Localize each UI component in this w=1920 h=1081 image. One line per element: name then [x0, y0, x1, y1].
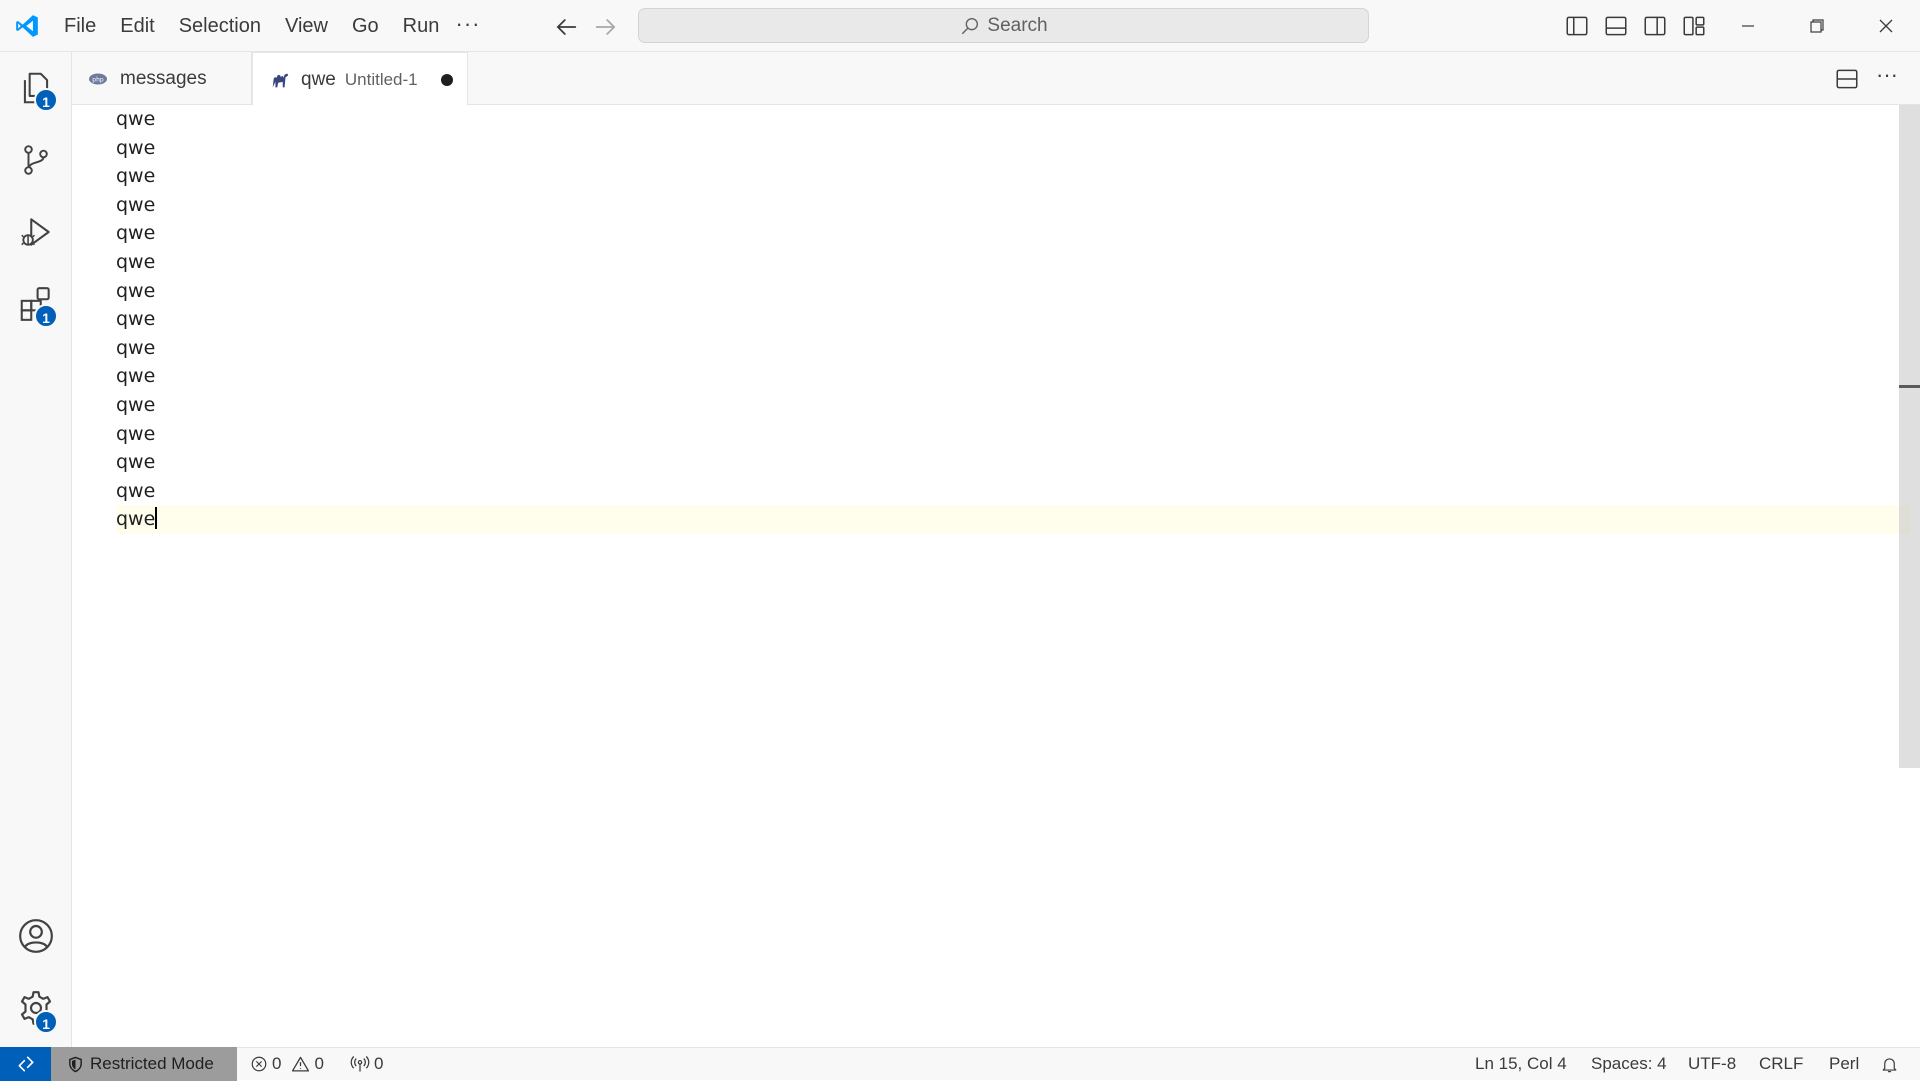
restricted-mode-button[interactable]: Restricted Mode: [51, 1047, 237, 1081]
command-center-label: Search: [987, 14, 1048, 36]
manage-settings-button[interactable]: 1: [0, 972, 72, 1044]
tab-label: qwe: [301, 68, 336, 90]
code-line[interactable]: qwe: [116, 277, 1886, 306]
remote-icon: [18, 1056, 34, 1072]
menu-edit[interactable]: Edit: [108, 9, 166, 43]
menu-bar: File Edit Selection View Go Run: [52, 0, 451, 52]
tab-description: Untitled-1: [344, 69, 418, 89]
scrollbar-cursor-marker: [1899, 385, 1920, 388]
encoding-button[interactable]: UTF-8: [1688, 1048, 1736, 1080]
code-line[interactable]: qwe: [116, 477, 1886, 506]
explorer-badge: 1: [34, 88, 58, 112]
shield-icon: [69, 1056, 82, 1072]
close-window-icon[interactable]: [1852, 0, 1920, 52]
text-cursor: [155, 507, 158, 530]
problems-button[interactable]: 0 0: [250, 1048, 324, 1080]
cursor-position-button[interactable]: Ln 15, Col 4: [1475, 1048, 1567, 1080]
encoding-label: UTF-8: [1688, 1054, 1737, 1073]
file-type-icon: php: [89, 73, 107, 84]
indentation-button[interactable]: Spaces: 4: [1591, 1048, 1667, 1080]
extensions-button[interactable]: 1: [0, 268, 72, 340]
menu-file[interactable]: File: [52, 9, 108, 43]
code-line[interactable]: qwe: [116, 134, 1886, 163]
search-icon: [962, 17, 979, 34]
current-code-line[interactable]: qwe: [116, 505, 1910, 534]
text-editor[interactable]: qwe qwe qwe qwe qwe qwe qwe qwe qwe qwe …: [72, 105, 1920, 1047]
svg-text:php: php: [92, 76, 104, 83]
editor-gutter: [72, 105, 116, 1047]
status-bar: Restricted Mode 0 0 0 Ln 15, Col 4 Space…: [0, 1047, 1920, 1081]
broadcast-icon: [350, 1056, 370, 1072]
notifications-button[interactable]: [1880, 1048, 1899, 1080]
code-line[interactable]: qwe: [116, 162, 1886, 191]
editor-more-actions-button[interactable]: ···: [1872, 62, 1902, 92]
bell-icon: [1882, 1057, 1897, 1072]
language-label: Perl: [1829, 1054, 1860, 1073]
run-debug-icon: [21, 218, 50, 246]
activity-bar: 1 1 1: [0, 52, 72, 1047]
code-line[interactable]: qwe: [116, 391, 1886, 420]
eol-button[interactable]: CRLF: [1759, 1048, 1803, 1080]
warning-icon: [292, 1056, 310, 1071]
editor-lines[interactable]: qwe qwe qwe qwe qwe qwe qwe qwe qwe qwe …: [116, 105, 1910, 534]
language-mode-button[interactable]: Perl: [1829, 1048, 1859, 1080]
go-back-icon[interactable]: [552, 13, 580, 41]
unsaved-dot-icon[interactable]: [441, 74, 453, 86]
eol-label: CRLF: [1759, 1054, 1804, 1073]
explorer-button[interactable]: 1: [0, 52, 72, 124]
extensions-badge: 1: [34, 304, 58, 328]
code-line[interactable]: qwe: [116, 105, 1886, 134]
perl-camel-icon: [272, 73, 289, 87]
tab-qwe-untitled[interactable]: qwe Untitled-1: [252, 52, 468, 106]
indentation-label: Spaces: 4: [1591, 1054, 1667, 1073]
split-editor-icon[interactable]: [1834, 66, 1860, 92]
menu-more-button[interactable]: ···: [451, 9, 485, 43]
tab-messages[interactable]: php messages: [72, 52, 252, 105]
source-control-button[interactable]: [0, 124, 72, 196]
tab-label: messages: [120, 67, 207, 89]
code-line[interactable]: qwe: [116, 420, 1886, 449]
settings-badge: 1: [34, 1010, 58, 1034]
current-line-text: qwe: [116, 508, 156, 531]
code-line[interactable]: qwe: [116, 334, 1886, 363]
code-line[interactable]: qwe: [116, 219, 1886, 248]
warning-count: 0: [314, 1054, 324, 1073]
toggle-panel-icon[interactable]: [1603, 13, 1629, 39]
editor-tab-bar: php messages qwe Untitled-1: [72, 52, 1920, 106]
ports-button[interactable]: 0: [350, 1048, 383, 1080]
code-line[interactable]: qwe: [116, 305, 1886, 334]
menu-view[interactable]: View: [273, 9, 340, 43]
menu-selection[interactable]: Selection: [167, 9, 273, 43]
command-center-search[interactable]: Search: [638, 8, 1369, 43]
code-line[interactable]: qwe: [116, 248, 1886, 277]
accounts-button[interactable]: [0, 900, 72, 972]
cursor-position-label: Ln 15, Col 4: [1475, 1054, 1567, 1073]
restore-icon[interactable]: [1783, 0, 1851, 52]
vscode-logo-icon: [14, 13, 40, 39]
error-count: 0: [272, 1054, 282, 1073]
menu-go[interactable]: Go: [340, 9, 391, 43]
menu-run[interactable]: Run: [391, 9, 452, 43]
customize-layout-icon[interactable]: [1681, 13, 1707, 39]
ports-count: 0: [374, 1054, 384, 1073]
account-icon: [19, 919, 53, 953]
toggle-primary-sidebar-icon[interactable]: [1564, 13, 1590, 39]
code-line[interactable]: qwe: [116, 362, 1886, 391]
minimize-icon[interactable]: [1714, 0, 1782, 52]
run-and-debug-button[interactable]: [0, 196, 72, 268]
code-line[interactable]: qwe: [116, 448, 1886, 477]
code-line[interactable]: qwe: [116, 191, 1886, 220]
go-forward-icon[interactable]: [592, 13, 620, 41]
vertical-scrollbar[interactable]: [1899, 105, 1920, 768]
remote-window-button[interactable]: [0, 1047, 51, 1081]
restricted-mode-label: Restricted Mode: [90, 1054, 214, 1073]
toggle-secondary-sidebar-icon[interactable]: [1642, 13, 1668, 39]
source-control-icon: [24, 145, 48, 175]
title-bar: File Edit Selection View Go Run ··· Sear…: [0, 0, 1920, 52]
error-icon: [251, 1056, 267, 1072]
